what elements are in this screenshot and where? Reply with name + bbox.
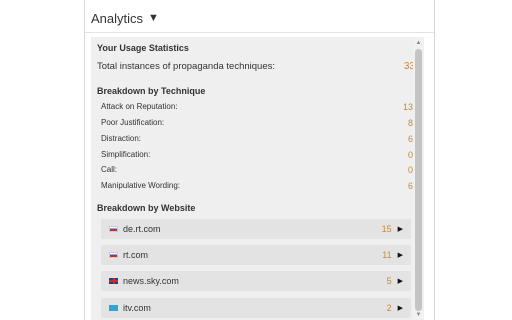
technique-breakdown-title: Breakdown by Technique <box>97 86 206 96</box>
website-count: 5 <box>386 276 392 286</box>
kazakhstan-flag-icon <box>109 305 118 311</box>
website-count: 2 <box>386 303 392 313</box>
technique-label: Attack on Reputation: <box>101 102 178 111</box>
technique-label: Simplification: <box>101 150 151 159</box>
analytics-panel: Your Usage Statistics Total instances of… <box>91 37 424 320</box>
website-breakdown-title: Breakdown by Website <box>97 203 196 213</box>
technique-row: Poor Justification: 8 <box>101 118 413 128</box>
usage-stats-title: Your Usage Statistics <box>97 43 189 53</box>
technique-row: Call: 0 <box>101 165 413 175</box>
expand-arrow-icon: ▶ <box>397 278 403 285</box>
website-item-news-sky[interactable]: news.sky.com 5 ▶ <box>101 271 411 291</box>
analytics-title: Analytics <box>91 10 144 26</box>
total-instances-label: Total instances of propaganda techniques… <box>97 61 275 72</box>
technique-value: 13 <box>402 102 413 112</box>
website-name: de.rt.com <box>123 224 161 234</box>
scroll-down-icon[interactable]: ▼ <box>413 309 424 320</box>
website-count: 15 <box>381 224 392 234</box>
total-instances-row: Total instances of propaganda techniques… <box>97 61 415 72</box>
russia-flag-icon <box>109 226 118 232</box>
russia-flag-icon <box>109 252 118 258</box>
expand-arrow-icon: ▶ <box>397 305 403 312</box>
technique-row: Attack on Reputation: 13 <box>101 102 413 112</box>
technique-label: Poor Justification: <box>101 118 165 127</box>
analytics-toggle[interactable]: Analytics ▼ <box>91 8 159 28</box>
website-count: 11 <box>382 250 392 260</box>
expand-arrow-icon: ▶ <box>397 226 403 233</box>
expand-arrow-icon: ▶ <box>397 252 403 259</box>
website-item-de-rt[interactable]: de.rt.com 15 ▶ <box>101 219 411 239</box>
technique-row: Simplification: 0 <box>101 150 413 160</box>
scroll-up-icon[interactable]: ▲ <box>413 37 424 48</box>
header-divider <box>85 32 434 33</box>
website-item-rt[interactable]: rt.com 11 ▶ <box>101 245 411 265</box>
scrollbar-thumb[interactable] <box>415 49 422 311</box>
website-name: itv.com <box>123 303 151 313</box>
analytics-frame: Analytics ▼ Your Usage Statistics Total … <box>84 0 435 320</box>
technique-label: Distraction: <box>101 134 142 143</box>
technique-row: Distraction: 6 <box>101 134 413 144</box>
website-name: rt.com <box>123 250 149 260</box>
website-item-itv[interactable]: itv.com 2 ▶ <box>101 298 411 318</box>
caret-down-icon: ▼ <box>148 12 159 24</box>
technique-label: Call: <box>101 165 118 174</box>
technique-row: Manipulative Wording: 6 <box>101 181 413 191</box>
uk-flag-icon <box>109 278 118 284</box>
technique-label: Manipulative Wording: <box>101 181 181 190</box>
website-name: news.sky.com <box>123 276 179 286</box>
panel-scrollbar[interactable]: ▲ ▼ <box>413 37 424 320</box>
